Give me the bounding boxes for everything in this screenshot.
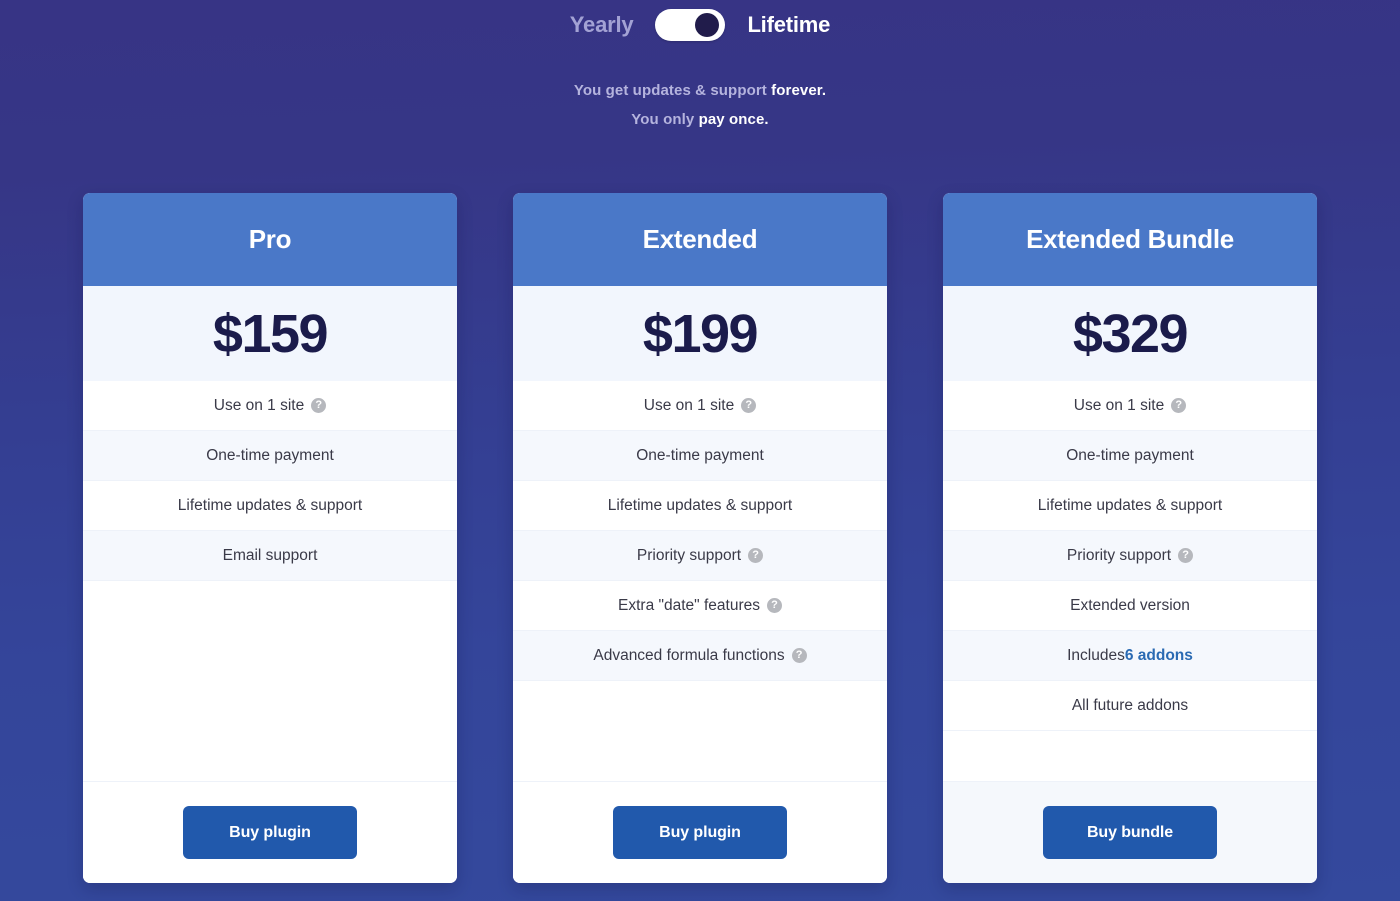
help-icon[interactable]: ? [766, 598, 782, 613]
feature-row: Extended version [943, 581, 1317, 631]
feature-label: One-time payment [636, 446, 764, 464]
feature-label: Priority support [1066, 546, 1172, 564]
feature-label: One-time payment [206, 446, 334, 464]
subtitle-line-2-text: You only [631, 111, 699, 128]
price-band: $159 [83, 286, 457, 381]
feature-label: Lifetime updates & support [1037, 496, 1223, 514]
card-spacer [83, 581, 457, 781]
billing-toggle-switch[interactable] [655, 9, 726, 41]
pricing-card-extended-bundle: Extended Bundle $329 Use on 1 site? One-tim… [943, 193, 1317, 883]
help-icon[interactable]: ? [748, 548, 764, 563]
toggle-knob [695, 13, 720, 37]
subtitle-line-1-text: You get updates & support [573, 82, 772, 99]
help-icon[interactable]: ? [791, 648, 807, 663]
feature-label: Email support [222, 546, 318, 564]
feature-label: All future addons [1071, 696, 1189, 714]
card-spacer [513, 681, 887, 781]
feature-label: Use on 1 site [643, 396, 735, 414]
card-spacer [943, 731, 1317, 781]
feature-row: Advanced formula functions? [513, 631, 887, 681]
card-header: Extended [513, 193, 887, 286]
pricing-subtitle: You get updates & support forever. You o… [0, 76, 1400, 134]
feature-row: Priority support? [513, 531, 887, 581]
pricing-card-pro: Pro $159 Use on 1 site? One-time payment Lif… [83, 193, 457, 883]
plan-name: Pro [248, 224, 292, 254]
feature-label: One-time payment [1066, 446, 1194, 464]
feature-accent-value: 6 addons [1124, 646, 1193, 664]
feature-row: Use on 1 site? [83, 381, 457, 431]
price-band: $199 [513, 286, 887, 381]
feature-row: Lifetime updates & support [943, 481, 1317, 531]
buy-button[interactable]: Buy plugin [183, 806, 357, 859]
card-header: Pro [83, 193, 457, 286]
plan-price: $199 [642, 303, 759, 364]
feature-row: Use on 1 site? [513, 381, 887, 431]
feature-label: Lifetime updates & support [607, 496, 793, 514]
feature-row: Lifetime updates & support [513, 481, 887, 531]
help-icon[interactable]: ? [1171, 398, 1187, 413]
feature-label: Use on 1 site [1073, 396, 1165, 414]
billing-label-lifetime[interactable]: Lifetime [747, 14, 830, 36]
feature-list: Use on 1 site? One-time payment Lifetime u… [83, 381, 457, 581]
feature-row: All future addons [943, 681, 1317, 731]
subtitle-line-1: You get updates & support forever. [0, 76, 1400, 105]
billing-period-toggle-group: Yearly Lifetime [0, 8, 1400, 42]
plan-price: $329 [1072, 303, 1189, 364]
card-footer: Buy bundle [943, 781, 1317, 883]
feature-label: Lifetime updates & support [177, 496, 363, 514]
price-band: $329 [943, 286, 1317, 381]
feature-list: Use on 1 site? One-time payment Lifetime u… [513, 381, 887, 681]
feature-row: Priority support? [943, 531, 1317, 581]
buy-button[interactable]: Buy plugin [613, 806, 787, 859]
feature-label: Includes [1067, 646, 1125, 664]
card-footer: Buy plugin [513, 781, 887, 883]
feature-row: One-time payment [943, 431, 1317, 481]
card-footer: Buy plugin [83, 781, 457, 883]
feature-label: Priority support [636, 546, 742, 564]
feature-row: Use on 1 site? [943, 381, 1317, 431]
feature-row: One-time payment [513, 431, 887, 481]
plan-name: Extended Bundle [1026, 224, 1234, 254]
feature-list: Use on 1 site? One-time payment Lifetime u… [943, 381, 1317, 731]
help-icon[interactable]: ? [741, 398, 757, 413]
feature-row: One-time payment [83, 431, 457, 481]
card-header: Extended Bundle [943, 193, 1317, 286]
feature-row: Lifetime updates & support [83, 481, 457, 531]
subtitle-line-2: You only pay once. [0, 105, 1400, 134]
subtitle-line-2-strong: pay once. [698, 111, 769, 128]
pricing-cards: Pro $159 Use on 1 site? One-time payment Lif… [83, 193, 1317, 883]
plan-name: Extended [642, 224, 758, 254]
feature-label: Use on 1 site [213, 396, 305, 414]
pricing-page: Yearly Lifetime You get updates & suppor… [0, 0, 1400, 901]
feature-label: Extra "date" features [618, 596, 760, 614]
pricing-card-extended: Extended $199 Use on 1 site? One-time payme… [513, 193, 887, 883]
subtitle-line-1-strong: forever. [771, 82, 827, 99]
feature-row: Email support [83, 531, 457, 581]
feature-label: Extended version [1070, 596, 1190, 614]
buy-button[interactable]: Buy bundle [1043, 806, 1217, 859]
help-icon[interactable]: ? [311, 398, 327, 413]
feature-row: Extra "date" features? [513, 581, 887, 631]
plan-price: $159 [212, 303, 329, 364]
billing-label-yearly[interactable]: Yearly [570, 14, 634, 36]
feature-label: Advanced formula functions [593, 646, 785, 664]
feature-row: Includes 6 addons [943, 631, 1317, 681]
help-icon[interactable]: ? [1178, 548, 1194, 563]
